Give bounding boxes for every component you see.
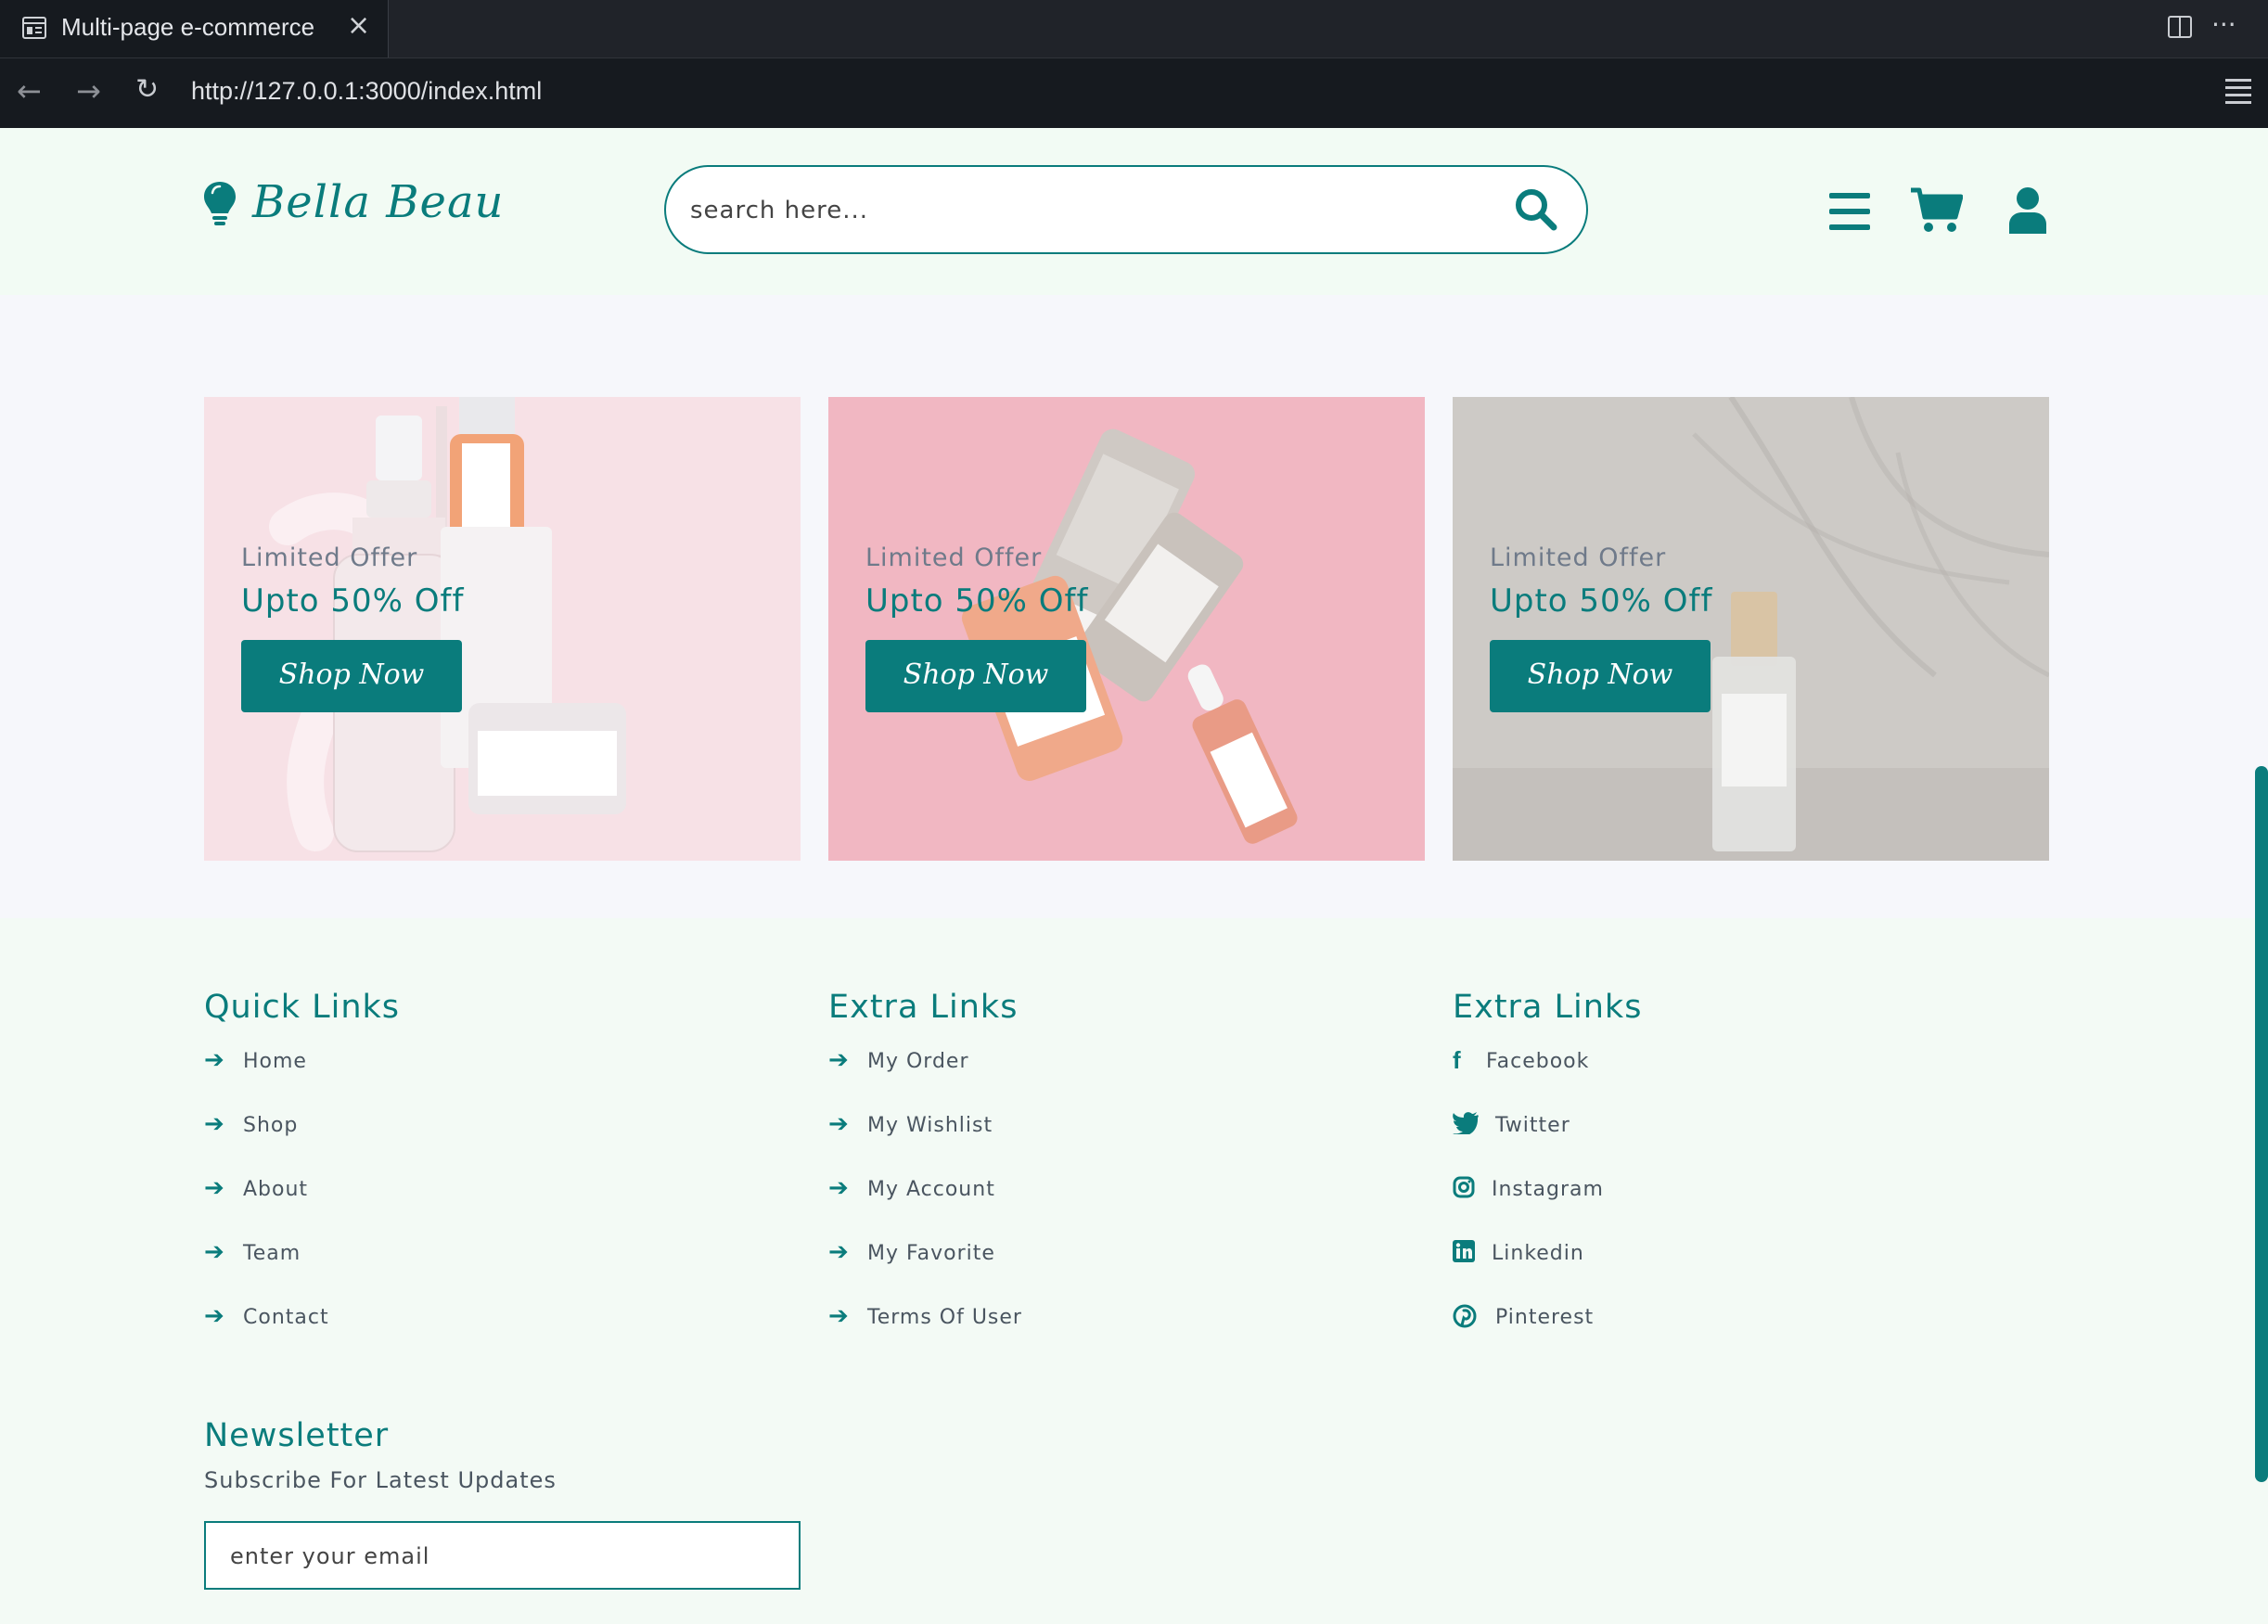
- newsletter-input-box: [204, 1521, 801, 1590]
- offer-banner-1: Limited Offer Upto 50% Off Shop Now: [204, 397, 801, 861]
- banner-title: Upto 50% Off: [1490, 582, 1713, 620]
- arrow-right-icon: ➔: [828, 1174, 850, 1202]
- quick-links-column: Quick Links ➔ Home ➔ Shop ➔ About ➔ Team ➔ Co…: [204, 989, 400, 1368]
- newsletter-section: Newsletter Subscribe For Latest Updates: [204, 1417, 801, 1590]
- footer-link-pinterest[interactable]: Pinterest: [1453, 1304, 1642, 1368]
- arrow-right-icon: ➔: [828, 1302, 850, 1330]
- page-scrollbar[interactable]: [2255, 766, 2268, 1482]
- column-title: Quick Links: [204, 989, 401, 1026]
- footer-link-team[interactable]: ➔ Team: [204, 1240, 400, 1304]
- forward-icon[interactable]: →: [76, 73, 101, 109]
- twitter-icon: [1453, 1112, 1495, 1139]
- extra-links-column: Extra Links ➔ My Order ➔ My Wishlist ➔ My A…: [828, 989, 1022, 1368]
- skincare-products-image: [269, 397, 626, 852]
- search-input[interactable]: [688, 187, 1453, 234]
- column-title: Extra Links: [828, 989, 1019, 1026]
- shop-now-button[interactable]: Shop Now: [1490, 640, 1711, 712]
- pinterest-icon: [1453, 1304, 1495, 1333]
- footer-link-shop[interactable]: ➔ Shop: [204, 1112, 400, 1176]
- arrow-right-icon: ➔: [204, 1110, 225, 1138]
- footer-link-facebook[interactable]: f Facebook: [1453, 1048, 1642, 1112]
- shopping-cart-icon[interactable]: [1911, 187, 1963, 234]
- banner-subtitle: Limited Offer: [865, 543, 1043, 572]
- shop-now-button[interactable]: Shop Now: [865, 640, 1086, 712]
- newsletter-subtitle: Subscribe For Latest Updates: [204, 1467, 557, 1493]
- page-icon: [22, 17, 46, 39]
- browser-tab[interactable]: Multi-page e-commerce ×: [0, 0, 389, 59]
- instagram-icon: [1453, 1176, 1492, 1203]
- offer-banner-3: Limited Offer Upto 50% Off Shop Now: [1453, 397, 2049, 861]
- search-bar: [664, 165, 1588, 254]
- footer-link-contact[interactable]: ➔ Contact: [204, 1304, 400, 1368]
- footer-link-my-account[interactable]: ➔ My Account: [828, 1176, 1022, 1240]
- footer-link-linkedin[interactable]: Linkedin: [1453, 1240, 1642, 1304]
- arrow-right-icon: ➔: [828, 1238, 850, 1266]
- site-footer: Quick Links ➔ Home ➔ Shop ➔ About ➔ Team ➔ Co…: [0, 918, 2268, 1624]
- close-tab-icon[interactable]: ×: [347, 9, 370, 42]
- banner-title: Upto 50% Off: [241, 582, 465, 620]
- footer-link-my-favorite[interactable]: ➔ My Favorite: [828, 1240, 1022, 1304]
- reload-icon[interactable]: ↻: [135, 73, 159, 106]
- arrow-right-icon: ➔: [204, 1174, 225, 1202]
- social-links-column: Extra Links f Facebook Twitter Instagram …: [1453, 989, 1642, 1368]
- facebook-icon: f: [1453, 1046, 1462, 1074]
- back-icon[interactable]: ←: [17, 73, 42, 109]
- offer-banners: Limited Offer Upto 50% Off Shop Now Limi…: [0, 295, 2268, 918]
- arrow-right-icon: ➔: [204, 1302, 225, 1330]
- email-field[interactable]: [228, 1528, 770, 1585]
- banner-subtitle: Limited Offer: [241, 543, 418, 572]
- menu-bars-icon[interactable]: [1829, 193, 1870, 230]
- browser-tab-bar: Multi-page e-commerce × ···: [0, 0, 2268, 59]
- banner-title: Upto 50% Off: [865, 582, 1089, 620]
- search-icon[interactable]: [1514, 187, 1558, 232]
- column-title: Extra Links: [1453, 989, 1643, 1026]
- arrow-right-icon: ➔: [828, 1110, 850, 1138]
- arrow-right-icon: ➔: [828, 1046, 850, 1074]
- banner-subtitle: Limited Offer: [1490, 543, 1667, 572]
- more-icon[interactable]: ···: [2211, 9, 2236, 40]
- split-editor-icon[interactable]: [2167, 15, 2193, 39]
- footer-link-my-wishlist[interactable]: ➔ My Wishlist: [828, 1112, 1022, 1176]
- tab-title: Multi-page e-commerce: [61, 13, 315, 41]
- site-header: Bella Beau: [0, 128, 2268, 295]
- skincare-products-image: [961, 428, 1298, 844]
- footer-link-my-order[interactable]: ➔ My Order: [828, 1048, 1022, 1112]
- footer-link-instagram[interactable]: Instagram: [1453, 1176, 1642, 1240]
- footer-link-about[interactable]: ➔ About: [204, 1176, 400, 1240]
- skincare-products-image: [1453, 397, 2049, 861]
- arrow-right-icon: ➔: [204, 1238, 225, 1266]
- browser-nav-bar: ← → ↻ http://127.0.0.1:3000/index.html: [0, 58, 2268, 129]
- footer-link-terms[interactable]: ➔ Terms Of User: [828, 1304, 1022, 1368]
- address-bar[interactable]: http://127.0.0.1:3000/index.html: [191, 77, 542, 106]
- offer-banner-2: Limited Offer Upto 50% Off Shop Now: [828, 397, 1425, 861]
- newsletter-title: Newsletter: [204, 1417, 390, 1454]
- lightbulb-icon: [204, 182, 236, 225]
- footer-link-twitter[interactable]: Twitter: [1453, 1112, 1642, 1176]
- linkedin-icon: [1453, 1240, 1492, 1267]
- shop-now-button[interactable]: Shop Now: [241, 640, 462, 712]
- hamburger-menu-icon[interactable]: [2225, 79, 2251, 109]
- footer-link-home[interactable]: ➔ Home: [204, 1048, 400, 1112]
- arrow-right-icon: ➔: [204, 1046, 225, 1074]
- site-logo[interactable]: Bella Beau: [252, 176, 504, 228]
- user-account-icon[interactable]: [2007, 187, 2048, 234]
